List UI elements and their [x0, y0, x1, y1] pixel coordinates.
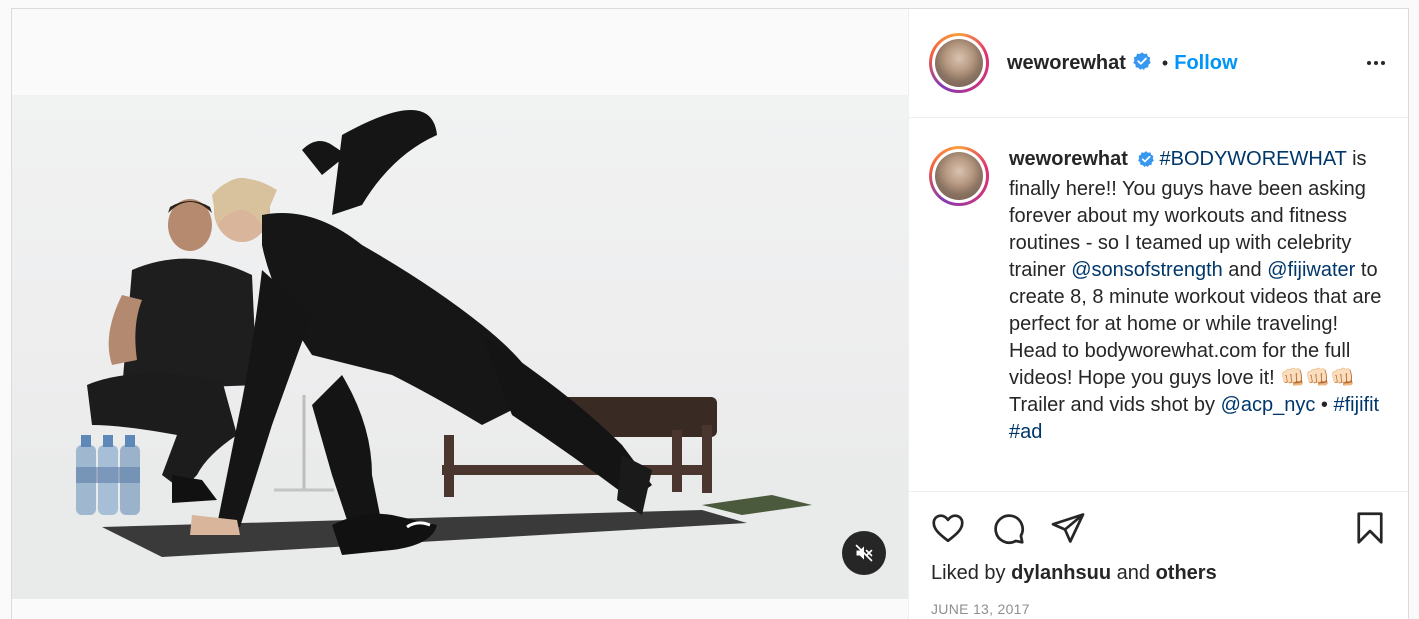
- post-side-panel: weworewhat • Follow weworewhat #BODYWORE…: [909, 9, 1408, 619]
- avatar-photo: [935, 39, 983, 87]
- caption-text: weworewhat #BODYWOREWHAT is finally here…: [1009, 146, 1386, 442]
- caption-verified-badge-icon: [1137, 149, 1155, 176]
- caption-avatar-photo: [935, 152, 983, 200]
- separator-dot: •: [1161, 52, 1169, 73]
- share-icon: [1051, 513, 1085, 543]
- caption: weworewhat #BODYWOREWHAT is finally here…: [929, 146, 1386, 442]
- caption-avatar[interactable]: [929, 146, 989, 206]
- liked-by-user[interactable]: dylanhsuu: [1011, 562, 1111, 584]
- comment-icon: [994, 514, 1024, 544]
- like-button[interactable]: [929, 510, 967, 546]
- water-bottles: [76, 435, 140, 515]
- follow-button[interactable]: Follow: [1174, 52, 1237, 75]
- mention-link[interactable]: @acp_nyc: [1221, 394, 1316, 416]
- fist-emoji: 👊🏻👊🏻👊🏻: [1280, 367, 1355, 389]
- post-video[interactable]: [12, 95, 908, 599]
- post-card: weworewhat • Follow weworewhat #BODYWORE…: [11, 8, 1409, 619]
- muted-speaker-icon: [855, 544, 873, 562]
- likes-summary: Liked by dylanhsuu and others: [929, 562, 1388, 585]
- actions-area: Liked by dylanhsuu and others JUNE 13, 2…: [909, 491, 1408, 619]
- hashtag-link[interactable]: #fijifit: [1334, 394, 1380, 416]
- hashtag-link[interactable]: #BODYWOREWHAT: [1159, 148, 1346, 170]
- hashtag-link[interactable]: #ad: [1009, 421, 1042, 442]
- avatar[interactable]: [929, 33, 989, 93]
- save-button[interactable]: [1352, 508, 1388, 548]
- comment-button[interactable]: [989, 510, 1027, 546]
- heart-icon: [932, 514, 964, 543]
- likes-others-link[interactable]: others: [1156, 562, 1217, 584]
- video-frame-image: [12, 110, 908, 599]
- caption-segment: and: [1222, 259, 1268, 281]
- caption-username[interactable]: weworewhat: [1009, 148, 1128, 170]
- likes-prefix: Liked by: [931, 562, 1012, 584]
- more-options-button[interactable]: [1364, 51, 1388, 75]
- verified-badge-icon: [1132, 51, 1152, 76]
- header-username[interactable]: weworewhat: [1007, 52, 1126, 75]
- caption-segment: Trailer and vids shot by: [1009, 394, 1221, 416]
- post-header: weworewhat • Follow: [909, 9, 1408, 118]
- mute-button[interactable]: [842, 531, 886, 575]
- mention-link[interactable]: @fijiwater: [1267, 259, 1355, 281]
- mention-link[interactable]: @sonsofstrength: [1071, 259, 1223, 281]
- bookmark-icon: [1357, 512, 1383, 544]
- caption-segment: •: [1315, 394, 1334, 416]
- post-media: [12, 9, 909, 619]
- post-date[interactable]: JUNE 13, 2017: [929, 601, 1388, 617]
- likes-middle: and: [1111, 562, 1156, 584]
- more-options-icon: [1367, 61, 1385, 65]
- share-button[interactable]: [1049, 510, 1087, 546]
- comments-section: weworewhat #BODYWOREWHAT is finally here…: [909, 118, 1408, 491]
- action-bar: [929, 492, 1388, 560]
